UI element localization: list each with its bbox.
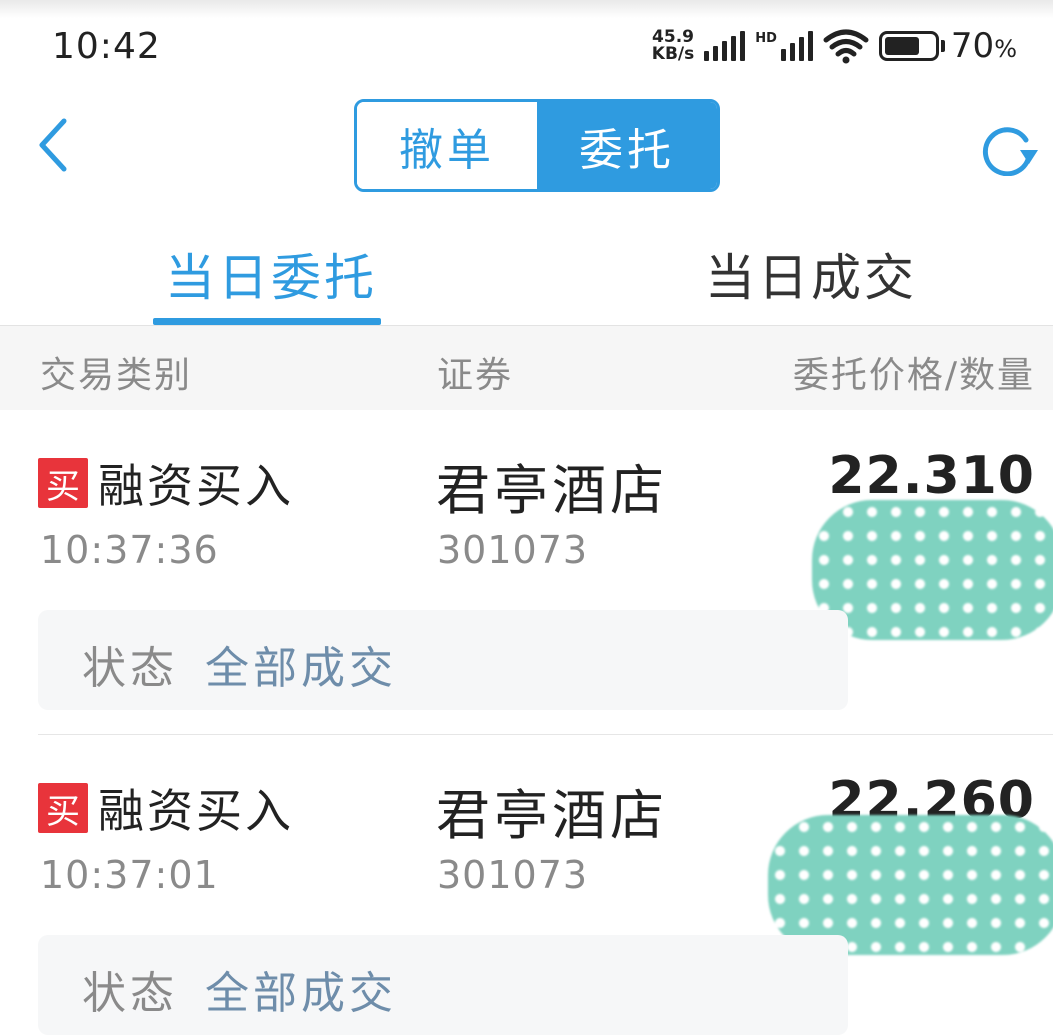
network-speed-unit: KB/s <box>651 44 695 64</box>
tab-today-trades[interactable]: 当日成交 <box>705 238 917 310</box>
active-tab-indicator <box>153 318 381 325</box>
refresh-icon[interactable] <box>976 120 1040 176</box>
battery-percent: 70% <box>950 26 1017 66</box>
hd-label: HD <box>755 31 777 46</box>
trade-type: 融资买入 <box>98 784 294 838</box>
buy-badge: 买 <box>38 458 88 508</box>
security-code: 301073 <box>437 853 589 897</box>
hd-signal-icon: HD <box>755 31 813 61</box>
order-mode-switch: 撤单 委托 <box>354 99 720 192</box>
status-time: 10:42 <box>52 26 161 67</box>
battery-icon: 70% <box>878 26 1017 66</box>
segment-cancel-order[interactable]: 撤单 <box>357 102 537 189</box>
status-box: 状态 全部成交 <box>38 935 848 1035</box>
column-header: 交易类别 证券 委托价格/数量 <box>0 326 1053 410</box>
status-label: 状态 <box>82 643 178 694</box>
status-value: 全部成交 <box>205 968 397 1019</box>
order-row[interactable]: 买 融资买入 10:37:01 君亭酒店 301073 22.260 状态 全部… <box>0 735 1053 1035</box>
status-bar: 10:42 45.9 KB/s HD 70% <box>0 0 1053 92</box>
tab-today-orders[interactable]: 当日委托 <box>165 238 377 310</box>
column-price-quantity: 委托价格/数量 <box>792 355 1035 396</box>
status-icons: 45.9 KB/s HD 70% <box>652 26 1017 66</box>
security-name: 君亭酒店 <box>436 459 668 522</box>
column-security: 证券 <box>437 355 514 396</box>
segment-orders[interactable]: 委托 <box>537 102 717 189</box>
status-box: 状态 全部成交 <box>38 610 848 710</box>
redaction-mark <box>768 815 1053 955</box>
trade-type: 融资买入 <box>98 459 294 513</box>
battery-fill <box>884 37 919 55</box>
security-code: 301073 <box>437 528 589 572</box>
buy-badge: 买 <box>38 783 88 833</box>
order-time: 10:37:01 <box>40 853 219 897</box>
order-row[interactable]: 买 融资买入 10:37:36 君亭酒店 301073 22.310 状态 全部… <box>0 410 1053 730</box>
wifi-icon <box>823 29 869 64</box>
redaction-mark <box>812 500 1053 640</box>
security-name: 君亭酒店 <box>436 784 668 847</box>
cellular-signal-icon <box>704 31 746 61</box>
back-arrow-icon[interactable] <box>30 115 80 175</box>
status-label: 状态 <box>82 968 178 1019</box>
status-value: 全部成交 <box>205 643 397 694</box>
order-time: 10:37:36 <box>40 528 219 572</box>
column-trade-type: 交易类别 <box>40 355 193 396</box>
order-price: 22.310 <box>828 446 1035 506</box>
network-speed: 45.9 KB/s <box>652 29 694 63</box>
